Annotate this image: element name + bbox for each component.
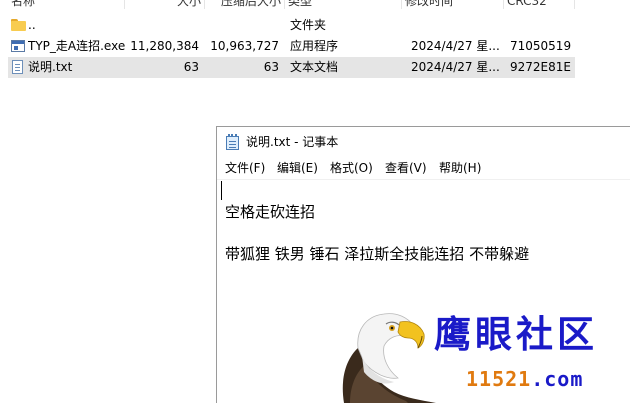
watermark-url-part2: .com — [531, 367, 584, 391]
column-header-name[interactable]: 名称 — [8, 0, 125, 9]
watermark-name: 鹰眼社区 — [434, 312, 598, 356]
file-name: 说明.txt — [28, 60, 73, 74]
notepad-titlebar[interactable]: 说明.txt - 记事本 — [217, 127, 630, 157]
file-size: 63 — [183, 60, 199, 74]
text-caret — [221, 181, 222, 200]
column-header-size[interactable]: 大小 — [125, 0, 205, 9]
window-title: 说明.txt - 记事本 — [246, 135, 339, 149]
menu-format[interactable]: 格式(O) — [329, 159, 374, 177]
file-row-parent-folder[interactable]: .. 文件夹 — [8, 15, 575, 36]
file-row-txt[interactable]: 说明.txt 63 63 文本文档 2024/4/27 星... 9272E81… — [8, 57, 575, 78]
text-line-3: 带狐狸 铁男 锤石 泽拉斯全技能连招 不带躲避 — [225, 245, 530, 263]
file-name: TYP_走A连招.exe — [28, 39, 126, 53]
file-list-header: 名称 大小 压缩后大小 类型 修改时间 CRC32 — [0, 0, 630, 9]
exe-icon — [11, 40, 25, 52]
column-header-modified[interactable]: 修改时间 — [402, 0, 504, 9]
column-header-crc32[interactable]: CRC32 — [504, 0, 575, 9]
txt-file-icon — [12, 60, 23, 74]
menu-bar: 文件(F) 编辑(E) 格式(O) 查看(V) 帮助(H) — [217, 157, 630, 179]
file-crc32: 9272E81E — [510, 60, 571, 74]
file-type: 应用程序 — [290, 39, 339, 53]
file-size: 11,280,384 — [130, 39, 199, 53]
column-header-type[interactable]: 类型 — [285, 0, 402, 9]
file-name: .. — [28, 18, 36, 32]
file-type: 文件夹 — [290, 18, 327, 32]
column-header-packed-size[interactable]: 压缩后大小 — [205, 0, 285, 9]
file-packed-size: 10,963,727 — [210, 39, 279, 53]
menu-file[interactable]: 文件(F) — [224, 159, 266, 177]
eagle-logo-icon — [342, 313, 436, 403]
watermark: 鹰眼社区 11521.com — [330, 300, 630, 403]
file-row-exe[interactable]: TYP_走A连招.exe 11,280,384 10,963,727 应用程序 … — [8, 36, 575, 57]
menu-edit[interactable]: 编辑(E) — [276, 159, 319, 177]
notepad-icon — [226, 134, 240, 150]
watermark-url-part1: 11521 — [466, 367, 532, 391]
file-type: 文本文档 — [290, 60, 339, 74]
file-modified: 2024/4/27 星... — [411, 60, 500, 74]
text-line-1: 空格走砍连招 — [225, 203, 316, 221]
watermark-url: 11521.com — [466, 366, 583, 392]
menu-help[interactable]: 帮助(H) — [438, 159, 482, 177]
file-packed-size: 63 — [263, 60, 279, 74]
folder-icon — [11, 19, 26, 31]
menu-view[interactable]: 查看(V) — [384, 159, 428, 177]
file-modified: 2024/4/27 星... — [411, 39, 500, 53]
file-crc32: 71050519 — [510, 39, 572, 53]
